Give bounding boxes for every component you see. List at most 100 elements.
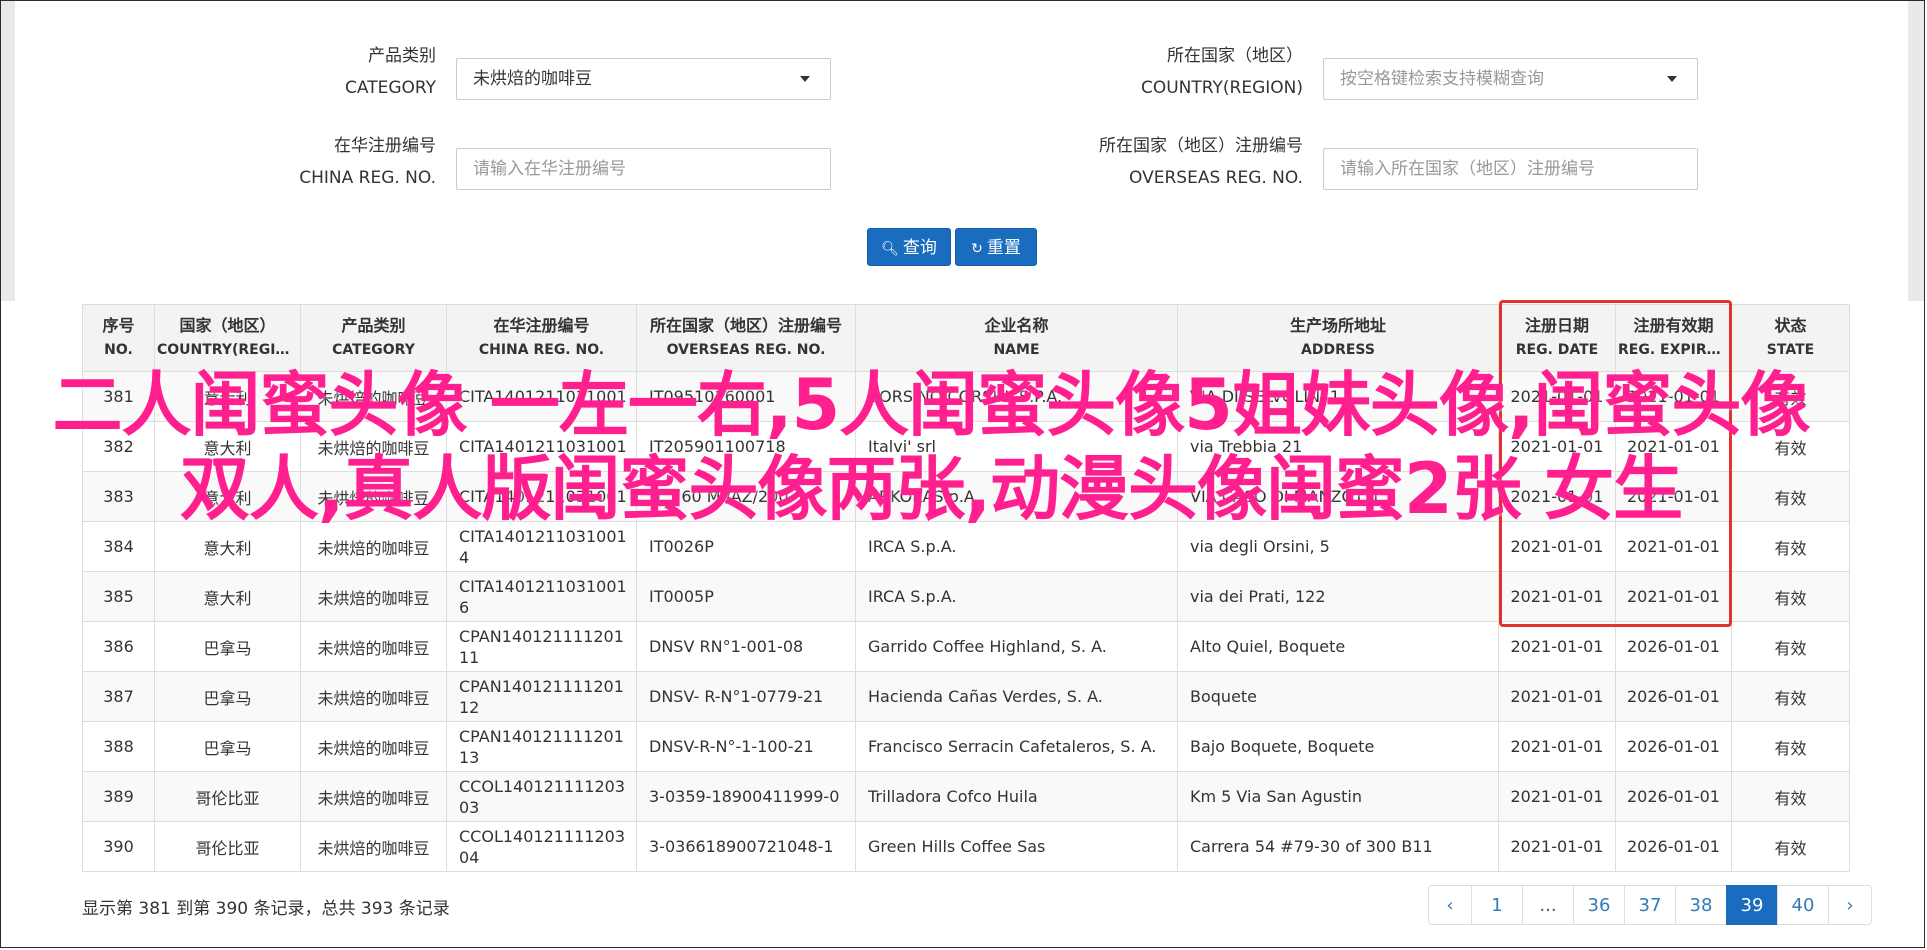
search-icon: 🔍︎ [881, 241, 899, 257]
china-reg-label-cn: 在华注册编号 [334, 136, 436, 156]
china-reg-cell: CCOL14012111120303 [446, 771, 637, 822]
category-cell: 未烘焙的咖啡豆 [300, 621, 447, 672]
country-cell: 意大利 [154, 571, 301, 622]
overseas-reg-cell: DNSV- R-N°1-0779-21 [636, 671, 856, 722]
column-header-cn: 序号 [102, 316, 135, 335]
expire-date-cell: 2026-01-01 [1615, 671, 1732, 722]
china-reg-cell: CITA14012110310016 [446, 571, 637, 622]
column-header-en: CHINA REG. NO. [478, 342, 605, 358]
country-label-cn: 所在国家（地区） [1167, 46, 1303, 66]
reg-date-cell: 2021-01-01 [1498, 621, 1616, 672]
column-header-cn: 在华注册编号 [493, 316, 590, 335]
country-select[interactable]: 按空格键检索支持模糊查询 [1323, 58, 1698, 100]
country-cell: 巴拿马 [154, 621, 301, 672]
expire-date-cell: 2026-01-01 [1615, 621, 1732, 672]
address-cell: Alto Quiel, Boquete [1177, 621, 1499, 672]
country-cell: 哥伦比亚 [154, 771, 301, 822]
page-button[interactable]: 1 [1471, 885, 1523, 925]
row-number: 388 [82, 721, 155, 772]
page-frame: 产品类别 CATEGORY 未烘焙的咖啡豆 所在国家（地区） COUNTRY(R… [0, 0, 1925, 948]
category-select[interactable]: 未烘焙的咖啡豆 [456, 58, 831, 100]
column-header: 生产场所地址 ADDRESS [1177, 304, 1499, 372]
reset-button-label: 重置 [986, 238, 1021, 258]
company-name-cell: Hacienda Cañas Verdes, S. A. [855, 671, 1178, 722]
overseas-reg-cell: 3-036618900721048-1 [636, 821, 856, 872]
category-cell: 未烘焙的咖啡豆 [300, 771, 447, 822]
page-button[interactable]: 38 [1675, 885, 1727, 925]
china-reg-cell: CCOL14012111120304 [446, 821, 637, 872]
table-row[interactable]: 388 巴拿马 未烘焙的咖啡豆 CPAN14012111120113 DNSV-R-N°… [82, 721, 1850, 772]
column-header: 国家（地区） COUNTRY(REGIO... [154, 304, 301, 372]
overseas-reg-cell: DNSV RN°1-001-08 [636, 621, 856, 672]
china-reg-cell: CPAN14012111120112 [446, 671, 637, 722]
address-cell: Boquete [1177, 671, 1499, 722]
page-button[interactable]: 37 [1624, 885, 1676, 925]
overseas-reg-input[interactable]: 请输入所在国家（地区）注册编号 [1323, 148, 1698, 190]
overseas-reg-placeholder: 请输入所在国家（地区）注册编号 [1340, 159, 1595, 179]
row-number: 389 [82, 771, 155, 822]
china-reg-cell: CPAN14012111120111 [446, 621, 637, 672]
company-name-cell: Green Hills Coffee Sas [855, 821, 1178, 872]
address-cell: via dei Prati, 122 [1177, 571, 1499, 622]
column-header: 在华注册编号 CHINA REG. NO. [446, 304, 637, 372]
page-button[interactable]: 39 [1726, 885, 1778, 925]
address-cell: Bajo Boquete, Boquete [1177, 721, 1499, 772]
column-header-cn: 产品类别 [341, 316, 406, 335]
column-header-en: STATE [1766, 342, 1815, 358]
overseas-reg-cell: IT0005P [636, 571, 856, 622]
table-row[interactable]: 389 哥伦比亚 未烘焙的咖啡豆 CCOL14012111120303 3-0359-1… [82, 771, 1850, 822]
country-cell: 哥伦比亚 [154, 821, 301, 872]
column-header-cn: 企业名称 [984, 316, 1049, 335]
category-cell: 未烘焙的咖啡豆 [300, 571, 447, 622]
chevron-down-icon [1667, 76, 1677, 82]
next-page-button[interactable]: › [1828, 885, 1872, 925]
column-header-cn: 状态 [1774, 316, 1807, 335]
query-button[interactable]: 🔍︎ 查询 [867, 228, 951, 266]
company-name-cell: Trilladora Cofco Huila [855, 771, 1178, 822]
column-header-cn: 生产场所地址 [1289, 316, 1386, 335]
column-header-en: NAME [993, 342, 1040, 358]
pagination-ellipsis[interactable]: ... [1522, 885, 1574, 925]
chevron-down-icon [800, 76, 810, 82]
prev-page-button[interactable]: ‹ [1428, 885, 1472, 925]
china-reg-label: 在华注册编号 CHINA REG. NO. [231, 130, 436, 194]
column-header-en: CATEGORY [332, 342, 415, 358]
overseas-reg-label: 所在国家（地区）注册编号 OVERSEAS REG. NO. [1001, 130, 1303, 194]
column-header: 企业名称 NAME [855, 304, 1178, 372]
column-header-en: COUNTRY(REGIO... [157, 342, 298, 358]
overseas-reg-label-en: OVERSEAS REG. NO. [1129, 168, 1303, 188]
row-number: 390 [82, 821, 155, 872]
page-button[interactable]: 36 [1573, 885, 1625, 925]
column-header-en: NO. [104, 342, 133, 358]
row-number: 386 [82, 621, 155, 672]
state-cell: 有效 [1731, 671, 1850, 722]
record-summary: 显示第 381 到第 390 条记录，总共 393 条记录 [82, 899, 450, 919]
overseas-reg-label-cn: 所在国家（地区）注册编号 [1099, 136, 1303, 156]
overlay-caption: 二人闺蜜头像 一左一右,5人闺蜜头像5姐妹头像,闺蜜头像双人,真人版闺蜜头像两张… [52, 364, 1811, 530]
china-reg-placeholder: 请输入在华注册编号 [473, 159, 626, 179]
expire-date-cell: 2026-01-01 [1615, 721, 1732, 772]
table-row[interactable]: 387 巴拿马 未烘焙的咖啡豆 CPAN14012111120112 DNSV- R-N… [82, 671, 1850, 722]
address-cell: Km 5 Via San Agustin [1177, 771, 1499, 822]
column-header: 状态 STATE [1731, 304, 1850, 372]
column-header-cn: 国家（地区） [179, 316, 276, 335]
state-cell: 有效 [1731, 621, 1850, 672]
column-header: 序号 NO. [82, 304, 155, 372]
table-row[interactable]: 386 巴拿马 未烘焙的咖啡豆 CPAN14012111120111 DNSV RN°1… [82, 621, 1850, 672]
category-cell: 未烘焙的咖啡豆 [300, 671, 447, 722]
china-reg-input[interactable]: 请输入在华注册编号 [456, 148, 831, 190]
page-button[interactable]: 40 [1777, 885, 1829, 925]
column-header-cn: 所在国家（地区）注册编号 [649, 316, 842, 335]
overseas-reg-cell: 3-0359-18900411999-0 [636, 771, 856, 822]
table-row[interactable]: 390 哥伦比亚 未烘焙的咖啡豆 CCOL14012111120304 3-036618… [82, 821, 1850, 872]
country-label-en: COUNTRY(REGION) [1140, 78, 1303, 98]
column-header: 产品类别 CATEGORY [300, 304, 447, 372]
state-cell: 有效 [1731, 721, 1850, 772]
refresh-icon: ↻ [971, 241, 983, 257]
company-name-cell: IRCA S.p.A. [855, 571, 1178, 622]
category-label-en: CATEGORY [345, 78, 436, 98]
reg-date-cell: 2021-01-01 [1498, 771, 1616, 822]
reg-date-cell: 2021-01-01 [1498, 721, 1616, 772]
address-cell: Carrera 54 #79-30 of 300 B11 [1177, 821, 1499, 872]
reset-button[interactable]: ↻ 重置 [955, 228, 1037, 266]
